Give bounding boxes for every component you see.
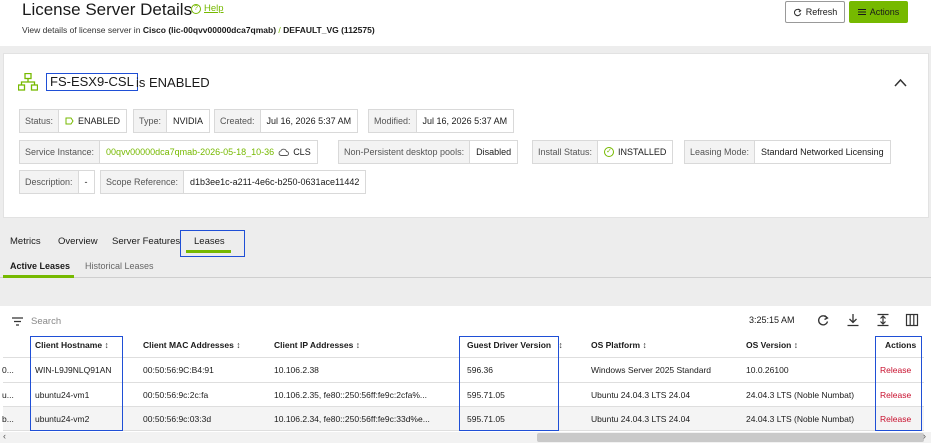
- table-row-mac: 00:50:56:9c:03:3d: [143, 414, 212, 424]
- server-status-text: is ENABLED: [136, 75, 210, 90]
- page-header: License Server Details ? Help View detai…: [0, 0, 931, 46]
- filter-icon[interactable]: [12, 317, 23, 326]
- cloud-icon: [278, 148, 290, 156]
- actions-button[interactable]: Actions: [849, 1, 908, 23]
- created-chip: Created: Jul 16, 2026 5:37 AM: [214, 109, 359, 133]
- table-row-mac: 00:50:56:9C:B4:91: [143, 365, 214, 375]
- server-name: FS-ESX9-CSL: [46, 73, 138, 91]
- subtabs-divider: [0, 277, 931, 278]
- sort-icon[interactable]: ↕: [356, 340, 360, 350]
- actions-column-highlight: [875, 336, 922, 431]
- help-link[interactable]: ? Help: [191, 3, 224, 14]
- tab-metrics[interactable]: Metrics: [10, 236, 41, 247]
- refresh-icon: [793, 7, 802, 16]
- driver-column-highlight: [459, 336, 559, 431]
- modified-chip: Modified: Jul 16, 2026 5:37 AM: [368, 109, 515, 133]
- columns-icon[interactable]: [905, 313, 919, 327]
- type-chip: Type: NVIDIA: [133, 109, 211, 133]
- tab-overview[interactable]: Overview: [58, 236, 98, 247]
- subtab-active-leases[interactable]: Active Leases: [10, 261, 70, 271]
- col-header-client-mac[interactable]: Client MAC Addresses ↕: [143, 340, 240, 350]
- table-row-cell: 0...: [2, 365, 14, 375]
- active-subtab-indicator: [3, 275, 74, 278]
- table-row-os: Ubuntu 24.04.3 LTS 24.04: [591, 390, 691, 400]
- table-row-cell: u...: [2, 390, 14, 400]
- table-row-version: 24.04.3 LTS (Noble Numbat): [746, 414, 855, 424]
- status-chip: Status: ENABLED: [19, 109, 128, 133]
- last-updated-time: 3:25:15 AM: [749, 315, 795, 325]
- table-row-ip: 10.106.2.35, fe80::250:56ff:fe9c:2cfa%..…: [274, 390, 427, 400]
- flag-icon: [65, 117, 74, 124]
- scope-reference-chip: Scope Reference: d1b3ee1c-a211-4e6c-b250…: [100, 170, 367, 194]
- sort-icon[interactable]: ↕: [558, 340, 562, 350]
- vg-link[interactable]: DEFAULT_VG (112575): [283, 25, 375, 35]
- sort-icon[interactable]: ↕: [643, 340, 647, 350]
- scroll-right-icon[interactable]: ›: [923, 431, 926, 441]
- service-instance-chip: Service Instance: 00qvv00000dca7qmab-202…: [19, 140, 318, 164]
- check-circle-icon: ✓: [604, 147, 615, 157]
- col-header-os-version[interactable]: OS Version ↕: [746, 340, 798, 350]
- col-header-client-ip[interactable]: Client IP Addresses ↕: [274, 340, 360, 350]
- service-instance-link[interactable]: 00qvv00000dca7qmab-2026-05-18_10-36: [106, 147, 274, 157]
- chevron-up-icon[interactable]: [894, 74, 907, 90]
- desktop-pools-chip: Non-Persistent desktop pools: Disabled: [338, 140, 519, 164]
- tab-server-features[interactable]: Server Features: [112, 236, 180, 247]
- subtab-historical-leases[interactable]: Historical Leases: [85, 261, 154, 271]
- install-status-chip: Install Status: ✓ INSTALLED: [532, 140, 674, 164]
- page-subtitle: View details of license server in Cisco …: [22, 25, 375, 35]
- description-chip: Description: -: [19, 170, 95, 194]
- leases-tab-highlight: [180, 230, 245, 257]
- table-row-version: 24.04.3 LTS (Noble Numbat): [746, 390, 855, 400]
- table-row-os: Windows Server 2025 Standard: [591, 365, 712, 375]
- table-row-ip: 10.106.2.34, fe80::250:56ff:fe9c:33d%e..…: [274, 414, 430, 424]
- table-row-mac: 00:50:56:9c:2c:fa: [143, 390, 209, 400]
- org-link[interactable]: Cisco (lic-00qvv00000dca7qmab): [143, 25, 276, 35]
- download-icon[interactable]: [846, 313, 860, 327]
- table-row-os: Ubuntu 24.04.3 LTS 24.04: [591, 414, 691, 424]
- row-height-icon[interactable]: [876, 313, 890, 327]
- leasing-mode-chip: Leasing Mode: Standard Networked Licensi…: [684, 140, 891, 164]
- sort-icon[interactable]: ↕: [794, 340, 798, 350]
- sort-icon[interactable]: ↕: [236, 340, 240, 350]
- col-header-os-platform[interactable]: OS Platform ↕: [591, 340, 647, 350]
- refresh-icon[interactable]: [816, 313, 830, 327]
- page-title: License Server Details: [22, 0, 193, 19]
- menu-icon: [857, 9, 866, 15]
- help-icon: ?: [191, 3, 201, 14]
- hostname-column-highlight: [30, 336, 123, 431]
- refresh-button[interactable]: Refresh: [785, 1, 845, 23]
- table-row-ip: 10.106.2.38: [274, 365, 319, 375]
- network-server-icon: [18, 73, 38, 91]
- scroll-left-icon[interactable]: ‹: [3, 431, 6, 441]
- table-row-cell: b...: [2, 414, 14, 424]
- search-input[interactable]: Search: [31, 316, 61, 327]
- scrollbar-thumb[interactable]: [537, 433, 924, 442]
- table-row-version: 10.0.26100: [746, 365, 789, 375]
